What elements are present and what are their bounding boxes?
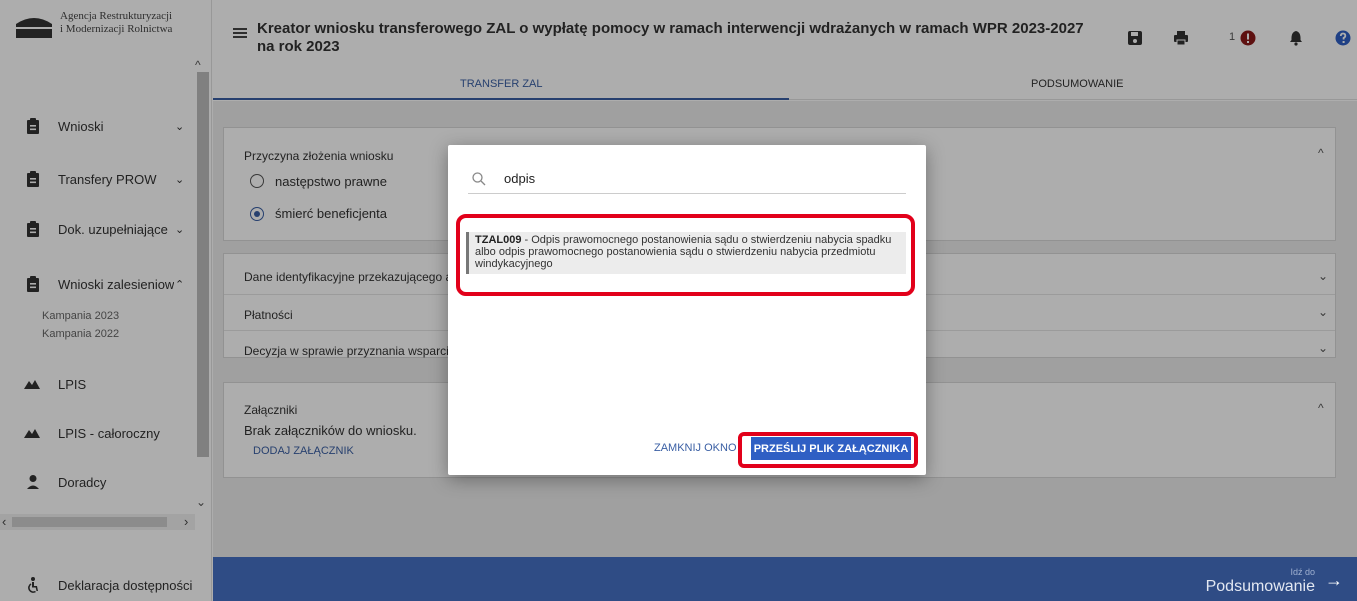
search-icon	[472, 172, 486, 186]
goto-target[interactable]: Podsumowanie	[1206, 578, 1315, 596]
highlight-upload-button	[738, 432, 918, 468]
search-input[interactable]	[504, 171, 894, 186]
close-window-button[interactable]: ZAMKNIJ OKNO	[654, 442, 737, 454]
bottom-navigation-bar: Idź do Podsumowanie →	[213, 557, 1357, 601]
attachment-search-dialog: TZAL009 - Odpis prawomocnego postanowien…	[448, 145, 926, 475]
goto-label: Idź do	[1290, 567, 1315, 577]
highlight-search-result	[456, 214, 915, 296]
arrow-right-icon[interactable]: →	[1325, 570, 1343, 591]
search-field[interactable]	[468, 170, 906, 194]
modal-backdrop-left[interactable]	[0, 0, 213, 601]
